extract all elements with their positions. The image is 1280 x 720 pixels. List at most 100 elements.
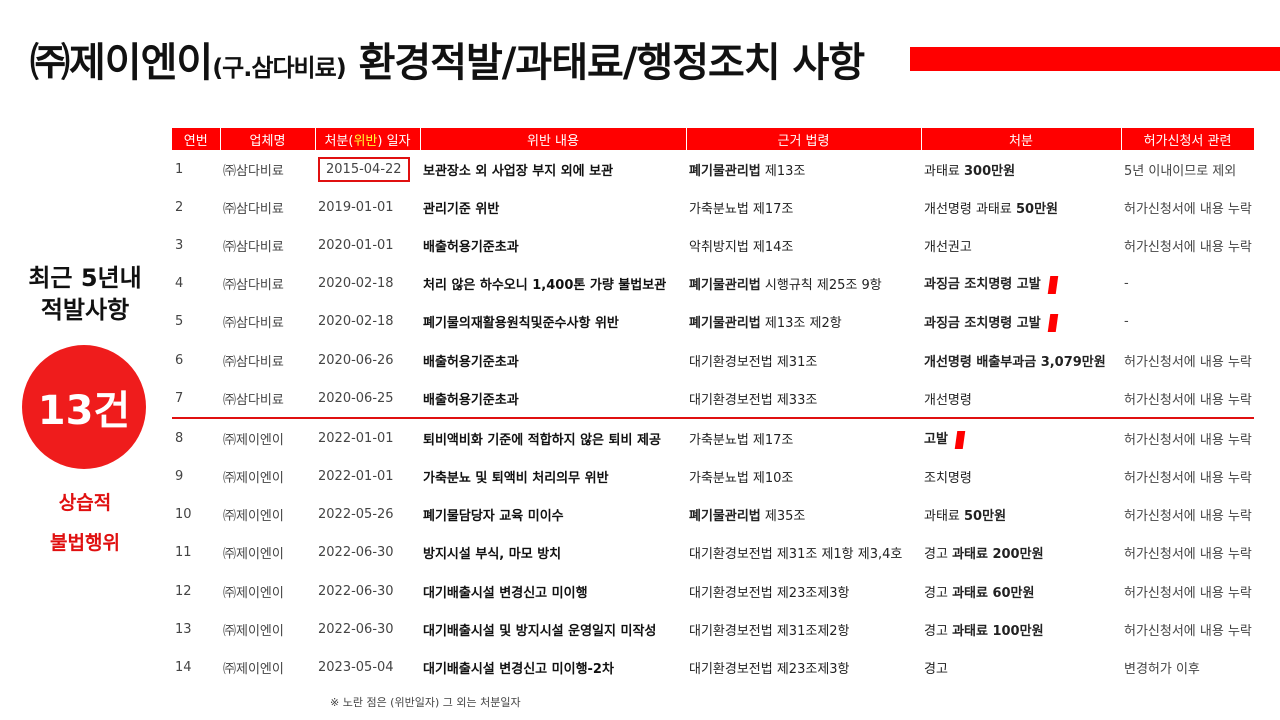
count-badge: 13건 — [22, 345, 146, 469]
law-cell: 악취방지법 제14조 — [686, 226, 921, 264]
date-value: 2022-01-01 — [318, 469, 394, 485]
penalty-cell: 고발 — [921, 417, 1121, 458]
row-number: 6 — [175, 352, 184, 368]
side-heading-line2: 적발사항 — [40, 296, 130, 324]
law-rest: 대기환경보전법 제31조 제1항 제3,4호 — [689, 547, 903, 563]
permit-note: 허가신청서에 내용 누락 — [1124, 585, 1252, 601]
side-note-line1: 상습적 — [58, 492, 112, 514]
permit-note: - — [1124, 314, 1129, 330]
penalty-bold: 과징금 조치명령 고발 — [924, 277, 1041, 293]
row-number: 13 — [175, 621, 192, 637]
date-cell: 2022-06-30 — [315, 534, 420, 572]
violation-text: 보관장소 외 사업장 부지 외에 보관 — [423, 163, 614, 179]
title-company: ㈜제이엔이 — [30, 40, 213, 86]
date-value: 2022-01-01 — [318, 430, 394, 446]
law-cell: 대기환경보전법 제23조제3항 — [686, 648, 921, 686]
penalty-cell: 과징금 조치명령 고발 — [921, 265, 1121, 303]
red-flag-marker — [1047, 314, 1058, 333]
penalty-bold: 300만원 — [964, 163, 1016, 179]
date-cell: 2022-05-26 — [315, 496, 420, 534]
header-date-highlight: 위반 — [353, 133, 378, 149]
company-name: ㈜삼다비료 — [223, 278, 284, 294]
header-violation: 위반 내용 — [420, 128, 687, 150]
law-rest: 대기환경보전법 제31조 — [689, 354, 818, 370]
date-value: 2020-01-01 — [318, 237, 394, 253]
law-cell: 폐기물관리법 제13조 — [686, 150, 921, 188]
penalty-plain: 경고 — [924, 662, 948, 678]
violation-text: 퇴비액비화 기준에 적합하지 않은 퇴비 제공 — [420, 417, 686, 458]
violation-text: 배출허용기준초과 — [423, 354, 519, 370]
date-cell: 2020-02-18 — [315, 303, 420, 341]
page-title: ㈜제이엔이(구.삼다비료) 환경적발/과태료/행정조치 사항 — [30, 30, 866, 88]
penalty-cell: 과징금 조치명령 고발 — [921, 303, 1121, 341]
permit-note: 허가신청서에 내용 누락 — [1124, 623, 1252, 639]
company-name: ㈜제이엔이 — [223, 585, 284, 601]
date-highlight-box: 2015-04-22 — [318, 156, 410, 182]
date-value: 2019-01-01 — [318, 199, 394, 215]
penalty-bold: 과태료 200만원 — [952, 547, 1044, 563]
company-name: ㈜제이엔이 — [223, 623, 284, 639]
law-cell: 가축분뇨법 제10조 — [686, 458, 921, 496]
company-name: ㈜삼다비료 — [223, 239, 284, 255]
penalty-bold: 50만원 — [964, 509, 1007, 525]
law-cell: 가축분뇨법 제17조 — [686, 417, 921, 458]
date-cell: 2015-04-22 — [315, 150, 420, 188]
permit-note: 허가신청서에 내용 누락 — [1124, 547, 1252, 563]
header-law: 근거 법령 — [686, 128, 922, 150]
permit-note: 허가신청서에 내용 누락 — [1121, 417, 1254, 458]
table-row: 14 ㈜제이엔이 2023-05-04 대기배출시설 변경신고 미이행-2차 대기환경보… — [172, 648, 1254, 686]
date-cell: 2020-02-18 — [315, 265, 420, 303]
header-date-post: ) 일자 — [377, 133, 411, 149]
date-value: 2022-06-30 — [318, 545, 394, 561]
law-bold: 폐기물관리법 — [689, 163, 761, 179]
violations-table: 연번 업체명 처분(위반) 일자 위반 내용 근거 법령 처분 허가신청서 관련… — [172, 128, 1255, 687]
title-former-name: (구.삼다비료) — [212, 54, 346, 82]
permit-note: 변경허가 이후 — [1124, 662, 1200, 678]
law-rest: 대기환경보전법 제33조 — [689, 392, 818, 408]
law-cell: 대기환경보전법 제31조제2항 — [686, 610, 921, 648]
table-row: 5 ㈜삼다비료 2020-02-18 폐기물의재활용원칙및준수사항 위반 폐기물관리법 … — [172, 303, 1254, 341]
date-value: 2020-06-25 — [318, 390, 394, 406]
table-header-row: 연번 업체명 처분(위반) 일자 위반 내용 근거 법령 처분 허가신청서 관련 — [172, 128, 1255, 150]
permit-note: 허가신청서에 내용 누락 — [1124, 239, 1252, 255]
penalty-cell: 경고 과태료 100만원 — [921, 610, 1121, 648]
date-cell: 2022-06-30 — [315, 572, 420, 610]
law-rest: 대기환경보전법 제31조제2항 — [689, 623, 850, 639]
table-row: 1 ㈜삼다비료 2015-04-22 보관장소 외 사업장 부지 외에 보관 폐기물관리… — [172, 150, 1254, 188]
penalty-bold: 과태료 60만원 — [952, 585, 1035, 601]
penalty-plain: 경고 — [924, 623, 953, 639]
company-name: ㈜제이엔이 — [223, 471, 284, 487]
law-cell: 대기환경보전법 제23조제3항 — [686, 572, 921, 610]
violation-text: 처리 않은 하수오니 1,400톤 가량 불법보관 — [423, 278, 667, 294]
row-number: 11 — [175, 545, 192, 561]
table-row: 2 ㈜삼다비료 2019-01-01 관리기준 위반 가축분뇨법 제17조 개선명령 과태… — [172, 188, 1254, 226]
penalty-cell: 개선명령 — [921, 379, 1121, 418]
law-rest: 시행규칙 제25조 9항 — [760, 278, 882, 294]
table-row: 4 ㈜삼다비료 2020-02-18 처리 않은 하수오니 1,400톤 가량 불법보… — [172, 265, 1254, 303]
date-value: 2020-02-18 — [318, 276, 394, 292]
penalty-cell: 과태료 50만원 — [921, 496, 1121, 534]
date-value: 2020-06-26 — [318, 352, 394, 368]
row-number: 7 — [175, 390, 184, 406]
table-row: 8 ㈜제이엔이 2022-01-01 퇴비액비화 기준에 적합하지 않은 퇴비 제공 가… — [172, 417, 1254, 458]
header-penalty: 처분 — [921, 128, 1122, 150]
title-subject: 환경적발/과태료/행정조치 사항 — [358, 40, 866, 86]
permit-note: - — [1124, 276, 1129, 292]
penalty-plain: 경고 — [924, 547, 953, 563]
permit-note: 5년 이내이므로 제외 — [1124, 163, 1237, 179]
penalty-cell: 경고 과태료 60만원 — [921, 572, 1121, 610]
company-name: ㈜제이엔이 — [223, 662, 284, 678]
date-cell: 2023-05-04 — [315, 648, 420, 686]
header-no: 연번 — [172, 128, 221, 150]
date-cell: 2022-06-30 — [315, 610, 420, 648]
violation-text: 폐기물의재활용원칙및준수사항 위반 — [423, 316, 619, 332]
law-bold: 폐기물관리법 — [689, 278, 761, 294]
row-number: 1 — [175, 161, 184, 177]
row-number: 5 — [175, 314, 184, 330]
law-cell: 대기환경보전법 제33조 — [686, 379, 921, 418]
penalty-cell: 개선명령 배출부과금 3,079만원 — [921, 341, 1121, 379]
permit-note: 허가신청서에 내용 누락 — [1124, 471, 1252, 487]
row-number: 8 — [172, 417, 220, 458]
date-value: 2022-06-30 — [318, 621, 394, 637]
law-bold: 폐기물관리법 — [689, 316, 761, 332]
